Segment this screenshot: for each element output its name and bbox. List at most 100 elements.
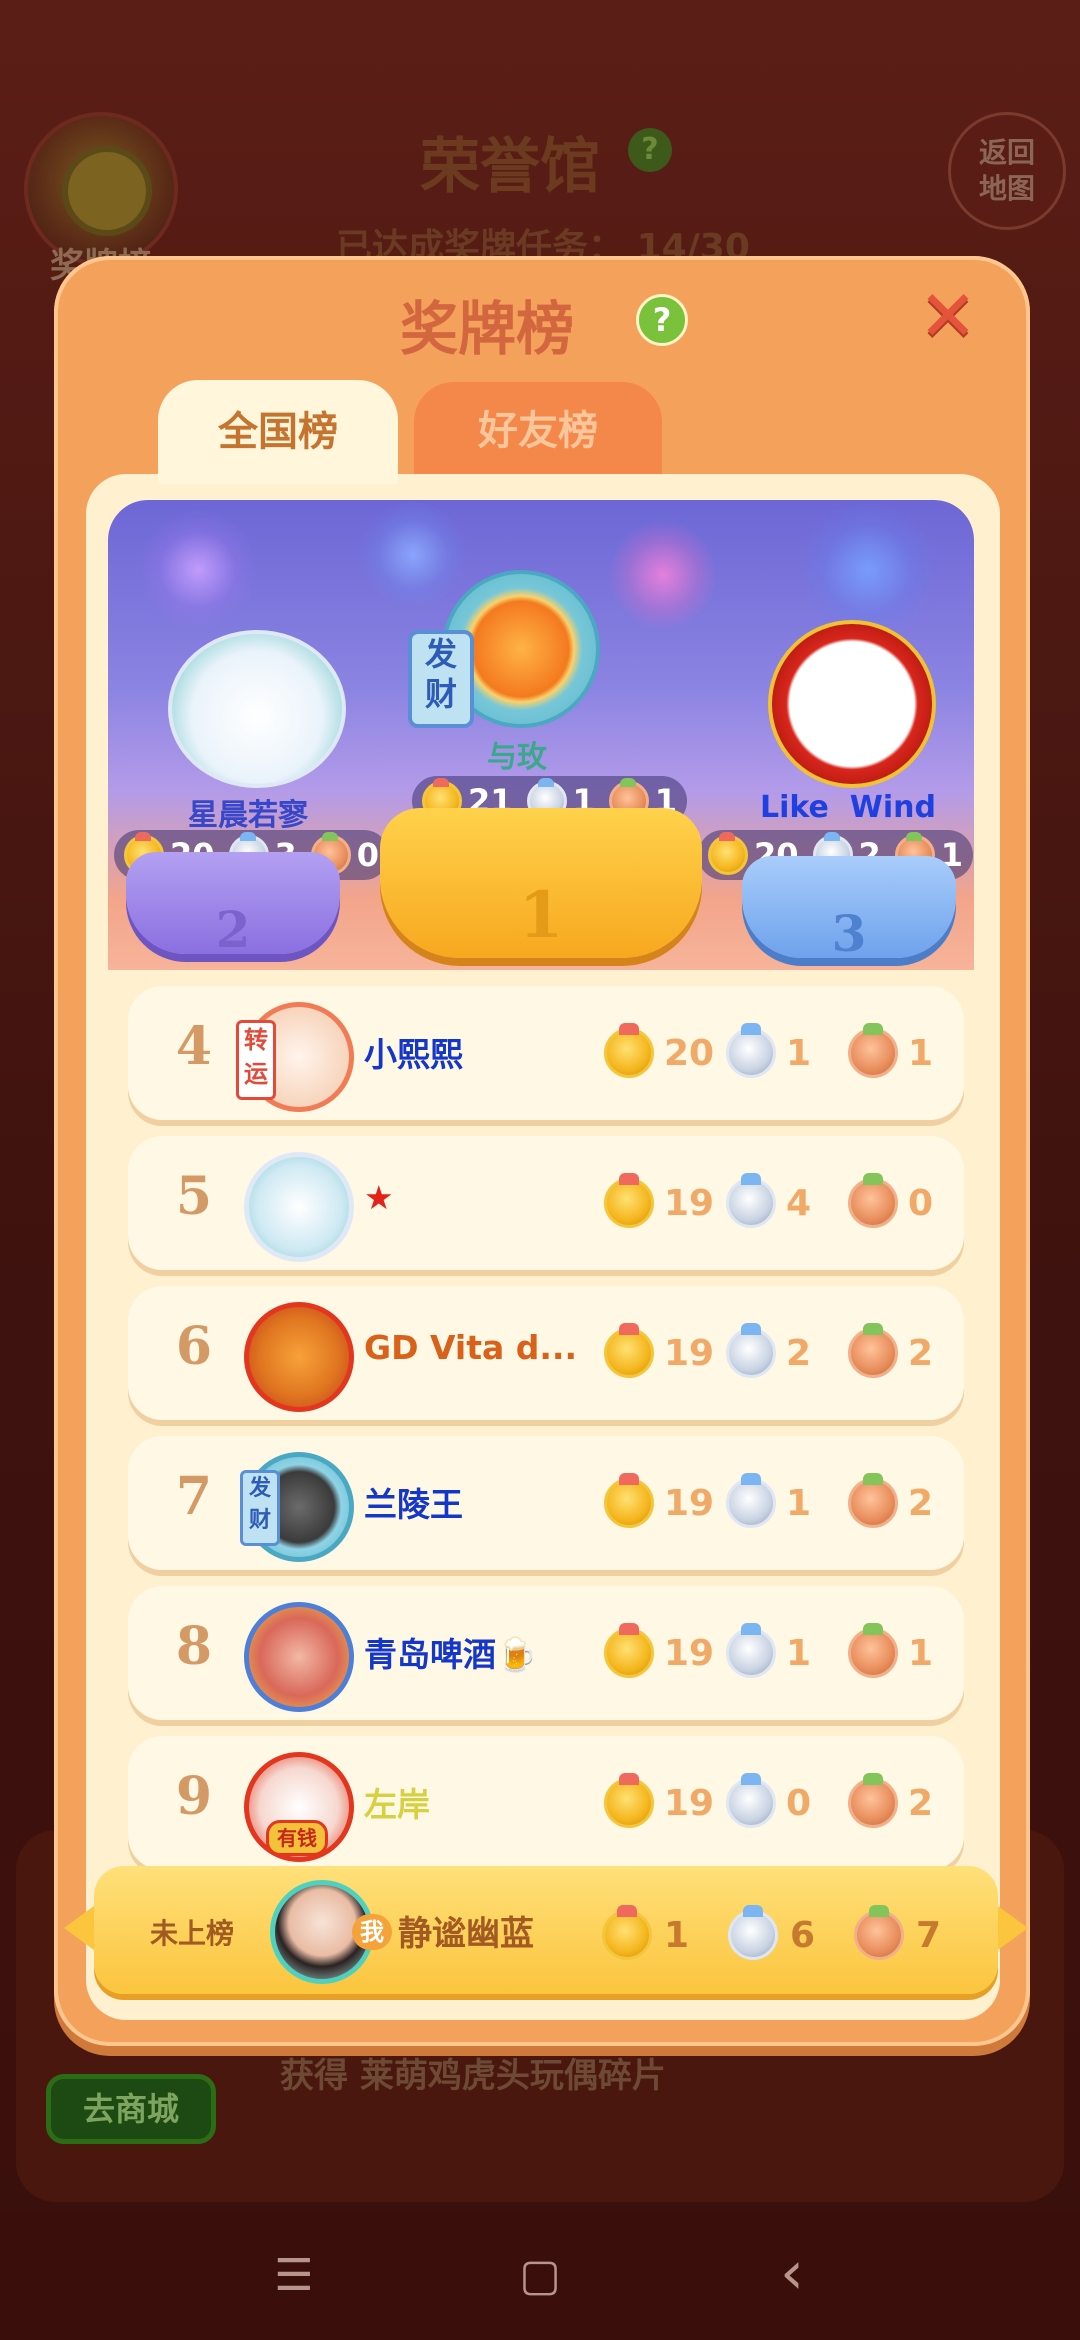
- row-bronze-count: 2: [908, 1332, 934, 1374]
- row-avatar-badge: 有钱: [266, 1820, 328, 1856]
- row-avatar-badge: 转运: [236, 1020, 276, 1100]
- medal-board-entry-button[interactable]: 奖牌榜: [24, 112, 178, 286]
- row-bronze-count: 1: [908, 1632, 934, 1674]
- row-bronze-count: 1: [908, 1032, 934, 1074]
- back-icon[interactable]: ‹: [762, 2238, 822, 2308]
- pedestal-2: 2: [126, 852, 340, 959]
- row-silver-count: 1: [786, 1032, 812, 1074]
- row-medals: 19 0 2: [604, 1773, 960, 1828]
- go-shop-button[interactable]: 去商城: [46, 2074, 216, 2144]
- my-rank-left-arrow: [64, 1906, 94, 1950]
- row-silver-count: 0: [786, 1782, 812, 1824]
- ranking-row[interactable]: 8 青岛啤酒🍺 19 1 1: [128, 1586, 964, 1720]
- my-rank-right-arrow: [998, 1906, 1028, 1950]
- row-silver-count: 1: [786, 1632, 812, 1674]
- row-medals: 20 1 1: [604, 1023, 960, 1078]
- tab-friends[interactable]: 好友榜: [414, 382, 662, 480]
- row-name: 左岸: [364, 1785, 430, 1824]
- gold-medal-icon: [602, 1905, 652, 1960]
- bronze-medal-icon: [848, 1023, 898, 1078]
- rank1-name: 与玫: [487, 740, 547, 775]
- gold-medal-icon: [604, 1173, 654, 1228]
- me-badge: 我: [352, 1914, 392, 1950]
- podium: 发财 与玫 21 1 1 星晨若寥 20 3 0 Like Wind 20 2 …: [108, 500, 974, 970]
- pedestal-1: 1: [380, 808, 702, 958]
- row-silver-count: 4: [786, 1182, 812, 1224]
- gold-medal-icon: [604, 1623, 654, 1678]
- rank2-avatar[interactable]: [168, 630, 346, 788]
- row-gold-count: 20: [664, 1032, 715, 1074]
- row-rank: 8: [175, 1616, 213, 1677]
- medal-icon: [62, 146, 152, 236]
- rank3-avatar[interactable]: [768, 620, 936, 788]
- gold-medal-icon: [604, 1473, 654, 1528]
- row-medals: 19 4 0: [604, 1173, 960, 1228]
- row-silver-count: 2: [786, 1332, 812, 1374]
- bronze-medal-icon: [848, 1773, 898, 1828]
- rank2-bronze-count: 0: [356, 836, 380, 874]
- gold-medal-icon: [708, 832, 748, 875]
- my-medals: 1 6 7: [602, 1905, 942, 1960]
- gold-medal-icon: [604, 1323, 654, 1378]
- tab-national[interactable]: 全国榜: [158, 380, 398, 484]
- ranking-row[interactable]: 6 GD Vita d... 19 2 2: [128, 1286, 964, 1420]
- ranking-row[interactable]: 4 转运 小熙熙 20 1 1: [128, 986, 964, 1120]
- row-rank: 4: [175, 1016, 213, 1077]
- bronze-medal-icon: [848, 1623, 898, 1678]
- silver-medal-icon: [726, 1623, 776, 1678]
- row-silver-count: 1: [786, 1482, 812, 1524]
- row-medals: 19 1 2: [604, 1473, 960, 1528]
- row-gold-count: 19: [664, 1782, 715, 1824]
- firework-decoration: [608, 520, 718, 630]
- row-avatar: [244, 1152, 354, 1262]
- row-rank: 6: [175, 1316, 213, 1377]
- row-rank: 7: [175, 1466, 213, 1527]
- pedestal-1-number: 1: [518, 878, 564, 953]
- my-rank-bar: 未上榜 我 静谧幽蓝 1 6 7: [94, 1866, 998, 1994]
- row-avatar-badge: 发财: [240, 1470, 280, 1546]
- rank1-badge: 发财: [408, 630, 474, 728]
- row-avatar: [244, 1602, 354, 1712]
- row-bronze-count: 2: [908, 1482, 934, 1524]
- row-name: 兰陵王: [364, 1485, 463, 1524]
- ranking-row[interactable]: 5 ★ 19 4 0: [128, 1136, 964, 1270]
- menu-icon[interactable]: ☰: [264, 2250, 324, 2301]
- firework-decoration: [138, 510, 258, 630]
- silver-medal-icon: [726, 1473, 776, 1528]
- row-bronze-count: 0: [908, 1182, 934, 1224]
- dialog-title: 奖牌榜: [400, 295, 575, 363]
- row-bronze-count: 2: [908, 1782, 934, 1824]
- gold-medal-icon: [604, 1773, 654, 1828]
- firework-decoration: [798, 500, 938, 640]
- system-navigation-bar: ☰ ▢ ‹: [0, 2210, 1080, 2340]
- silver-medal-icon: [726, 1023, 776, 1078]
- my-bronze-count: 7: [916, 1914, 942, 1956]
- return-map-button[interactable]: 返回 地图: [948, 112, 1066, 230]
- row-rank: 5: [175, 1166, 213, 1227]
- return-map-label: 返回 地图: [978, 136, 1035, 205]
- row-name: 小熙熙: [364, 1035, 463, 1074]
- bronze-medal-icon: [854, 1905, 904, 1960]
- bronze-medal-icon: [848, 1473, 898, 1528]
- row-medals: 19 2 2: [604, 1323, 960, 1378]
- page-help-icon[interactable]: ?: [628, 128, 672, 172]
- ranking-row[interactable]: 7 发财 兰陵王 19 1 2: [128, 1436, 964, 1570]
- ranking-row[interactable]: 9 有钱 左岸 19 0 2: [128, 1736, 964, 1870]
- row-name: 青岛啤酒🍺: [364, 1635, 538, 1674]
- row-rank: 9: [175, 1766, 213, 1827]
- help-icon[interactable]: ?: [636, 294, 688, 346]
- silver-medal-icon: [726, 1173, 776, 1228]
- my-name: 静谧幽蓝: [398, 1914, 534, 1954]
- home-icon[interactable]: ▢: [510, 2250, 570, 2301]
- rank3-name: Like Wind: [760, 790, 936, 825]
- row-gold-count: 19: [664, 1632, 715, 1674]
- firework-decoration: [358, 500, 468, 610]
- row-medals: 19 1 1: [604, 1623, 960, 1678]
- silver-medal-icon: [726, 1773, 776, 1828]
- row-gold-count: 19: [664, 1482, 715, 1524]
- my-gold-count: 1: [664, 1914, 690, 1956]
- pedestal-2-number: 2: [215, 900, 251, 959]
- close-button[interactable]: ✕: [918, 281, 978, 351]
- bronze-medal-icon: [848, 1173, 898, 1228]
- silver-medal-icon: [726, 1323, 776, 1378]
